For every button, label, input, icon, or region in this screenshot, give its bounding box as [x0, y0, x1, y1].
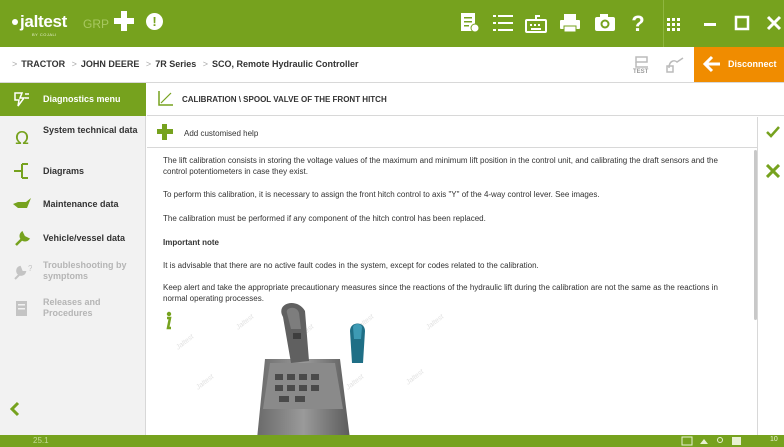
breadcrumb-separator: >	[145, 59, 152, 69]
app-window: jaltest BY COJALI GRP ! ? > TRACTOR > JO…	[0, 0, 784, 447]
sidebar-item-vehicle-data[interactable]: Vehicle/vessel data	[0, 222, 146, 255]
toolbar-divider	[663, 0, 664, 47]
info-icon[interactable]	[163, 311, 173, 331]
procedure-content: The lift calibration consists in storing…	[147, 149, 755, 435]
sidebar-item-diagrams[interactable]: Diagrams	[0, 155, 146, 188]
arrow-left-icon	[702, 55, 720, 73]
breadcrumb: > TRACTOR > JOHN DEERE >7R Series > SCO, Re…	[8, 59, 359, 69]
sidebar-item-label: Releases and Procedures	[43, 297, 101, 318]
help-icon[interactable]: ?	[625, 12, 651, 34]
sidebar-item-maintenance-data[interactable]: Maintenance data	[0, 188, 146, 221]
jaltest-logo[interactable]: jaltest BY COJALI	[12, 12, 67, 37]
save-icon	[732, 437, 741, 445]
document-icon	[16, 301, 27, 316]
maximize-icon[interactable]	[730, 12, 754, 34]
breadcrumb-bar: > TRACTOR > JOHN DEERE >7R Series > SCO, Re…	[0, 47, 784, 83]
breadcrumb-item-brand[interactable]: JOHN DEERE	[81, 59, 140, 69]
breadcrumb-item-vehicle-type[interactable]: TRACTOR	[21, 59, 65, 69]
omega-icon: Ω	[15, 128, 29, 146]
paragraph: The lift calibration consists in storing…	[163, 156, 718, 176]
breadcrumb-separator: >	[202, 59, 208, 69]
svg-text:?: ?	[28, 264, 32, 273]
screen-icon	[681, 436, 693, 446]
chevron-left-icon[interactable]	[8, 401, 22, 417]
version-label: 25.1	[33, 436, 49, 445]
sidebar-item-troubleshooting[interactable]: ? Troubleshooting by symptoms	[0, 256, 146, 289]
user-icon	[717, 437, 723, 443]
action-panel	[757, 117, 784, 435]
wrench-icon	[15, 230, 31, 246]
plus-icon	[157, 124, 173, 140]
connection-icon[interactable]	[665, 54, 687, 74]
paragraph: The calibration must be performed if any…	[163, 214, 486, 223]
list-icon[interactable]	[490, 12, 516, 34]
print-icon[interactable]	[557, 12, 583, 34]
sidebar-item-label: Troubleshooting by symptoms	[43, 260, 127, 281]
disconnect-button[interactable]: Disconnect	[694, 47, 784, 82]
paragraph: It is advisable that there are no active…	[163, 261, 539, 270]
svg-text:Ω: Ω	[15, 128, 29, 146]
sidebar-item-label: Vehicle/vessel data	[43, 233, 126, 243]
add-help-label: Add customised help	[184, 129, 259, 138]
apps-grid-icon[interactable]	[662, 12, 684, 34]
content-scrollbar[interactable]	[754, 150, 757, 320]
svg-text:?: ?	[631, 12, 644, 34]
procedure-header: CALIBRATION \ SPOOL VALVE OF THE FRONT H…	[147, 83, 784, 116]
paragraph: To perform this calibration, it is neces…	[163, 190, 600, 199]
camera-icon[interactable]	[592, 12, 618, 34]
calibration-icon	[158, 91, 173, 106]
report-icon[interactable]	[456, 12, 482, 34]
sidebar-item-label: Maintenance data	[43, 199, 119, 209]
important-note-heading: Important note	[163, 238, 219, 247]
diagram-icon	[14, 163, 28, 179]
top-toolbar: jaltest BY COJALI GRP ! ?	[0, 0, 784, 47]
test-connector-icon[interactable]: TEST	[633, 55, 651, 77]
page-title: CALIBRATION \ SPOOL VALVE OF THE FRONT H…	[182, 95, 387, 104]
status-bar: 25.1 10	[0, 435, 784, 447]
sidebar-item-diagnostics-menu[interactable]: Diagnostics menu	[0, 83, 146, 116]
breadcrumb-item-system[interactable]: SCO, Remote Hydraulic Controller	[212, 59, 359, 69]
add-customised-help-button[interactable]: Add customised help	[147, 117, 757, 148]
breadcrumb-separator: >	[71, 59, 77, 69]
battery-percentage: 10	[770, 436, 778, 443]
status-icons	[681, 436, 741, 446]
sidebar-item-system-technical-data[interactable]: Ω System technical data	[0, 121, 146, 154]
sidebar-item-label: System technical data	[43, 125, 138, 135]
wifi-icon	[700, 439, 708, 444]
oilcan-icon	[13, 198, 31, 208]
troubleshoot-icon: ?	[14, 264, 32, 280]
control-lever-image: Jaltest Jaltest Jaltest Jaltest Jaltest …	[175, 299, 475, 435]
sidebar-item-label: Diagrams	[43, 166, 85, 176]
sidebar-item-label: Diagnostics menu	[43, 94, 121, 104]
breadcrumb-item-model[interactable]: 7R Series	[155, 59, 196, 69]
joystick-illustration	[257, 303, 365, 435]
close-icon[interactable]	[762, 12, 784, 34]
group-label: GRP	[83, 17, 110, 31]
diagnostics-icon	[14, 92, 29, 107]
minimize-icon[interactable]	[698, 12, 722, 34]
keyboard-icon[interactable]	[523, 12, 549, 34]
sidebar-item-releases-procedures[interactable]: Releases and Procedures	[0, 293, 146, 326]
alert-icon[interactable]: !	[146, 13, 163, 30]
check-icon[interactable]	[766, 126, 780, 138]
add-icon[interactable]	[114, 11, 134, 31]
cancel-icon[interactable]	[766, 164, 780, 178]
breadcrumb-separator: >	[12, 59, 18, 69]
sidebar: Diagnostics menu Ω System technical data…	[0, 83, 146, 435]
